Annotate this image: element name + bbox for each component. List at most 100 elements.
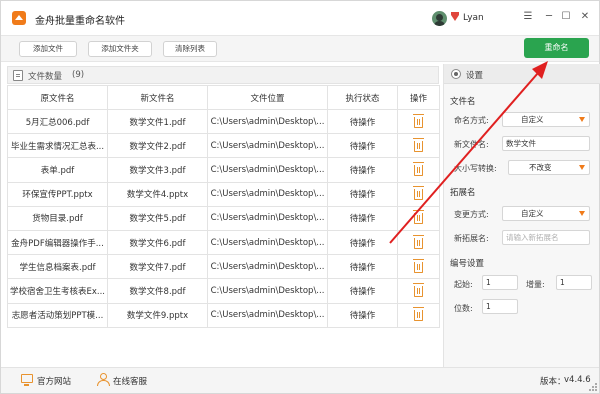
version-label: 版本： xyxy=(540,377,566,387)
trash-icon[interactable] xyxy=(413,186,424,201)
new-filename-cell: 数学文件9.pptx xyxy=(107,302,208,328)
trash-icon[interactable] xyxy=(413,113,424,128)
table-row[interactable]: 学校宿舍卫生考核表Ex... 数学文件8.pdf C:\Users\admin\De… xyxy=(7,278,440,304)
rename-button[interactable]: 重命名 xyxy=(524,38,589,58)
original-filename-cell: 表单.pdf xyxy=(7,157,108,183)
maximize-button[interactable]: ☐ xyxy=(559,10,573,24)
original-filename-cell: 5月汇总006.pdf xyxy=(7,108,108,135)
trash-icon[interactable] xyxy=(413,282,424,297)
table-row[interactable]: 表单.pdf 数学文件3.pdf C:\Users\admin\Desktop\..… xyxy=(7,157,440,183)
user-name[interactable]: Lyan xyxy=(463,13,484,23)
column-header[interactable]: 执行状态 xyxy=(327,85,398,110)
status-cell: 待操作 xyxy=(327,254,398,280)
support-link[interactable]: 在线客服 xyxy=(113,375,147,387)
file-count-label: 文件数量 xyxy=(28,72,63,82)
trash-icon[interactable] xyxy=(413,258,424,273)
digits-label: 位数: xyxy=(454,304,473,313)
settings-panel: 设置 文件名 命名方式: 自定义 新文件名: 数学文件 大小写转换: 不改变 拓… xyxy=(443,64,600,367)
ext-mode-select[interactable]: 自定义 xyxy=(502,206,590,221)
trash-icon[interactable] xyxy=(413,234,424,249)
table-row[interactable]: 学生信息档案表.pdf 数学文件7.pdf C:\Users\admin\Deskt… xyxy=(7,254,440,280)
settings-header: 设置 xyxy=(444,64,600,84)
table-row[interactable]: 5月汇总006.pdf 数学文件1.pdf C:\Users\admin\Deskt… xyxy=(7,108,440,135)
original-filename-cell: 学校宿舍卫生考核表Ex... xyxy=(7,278,108,304)
action-cell xyxy=(397,302,440,328)
trash-icon[interactable] xyxy=(413,210,424,225)
file-path-cell: C:\Users\admin\Desktop\... xyxy=(207,108,328,135)
file-path-cell: C:\Users\admin\Desktop\... xyxy=(207,278,328,304)
naming-mode-value: 自定义 xyxy=(521,115,544,124)
new-ext-input[interactable]: 请输入新拓展名 xyxy=(502,230,590,245)
table-row[interactable]: 环保宣传PPT.pptx 数学文件4.pptx C:\Users\admin\Des… xyxy=(7,181,440,207)
settings-radio-icon[interactable] xyxy=(451,69,461,79)
numbering-section-title: 编号设置 xyxy=(450,259,485,269)
start-number-input[interactable]: 1 xyxy=(482,275,518,290)
chevron-down-icon xyxy=(579,165,585,170)
naming-mode-select[interactable]: 自定义 xyxy=(502,112,590,127)
website-link[interactable]: 官方网站 xyxy=(37,375,71,387)
action-cell xyxy=(397,133,440,159)
column-header[interactable]: 原文件名 xyxy=(7,85,108,110)
file-path-cell: C:\Users\admin\Desktop\... xyxy=(207,157,328,183)
status-cell: 待操作 xyxy=(327,181,398,207)
new-filename-cell: 数学文件7.pdf xyxy=(107,254,208,280)
file-path-cell: C:\Users\admin\Desktop\... xyxy=(207,133,328,159)
new-name-label: 新文件名: xyxy=(454,140,489,149)
add-file-button[interactable]: 添加文件 xyxy=(19,41,77,57)
column-header[interactable]: 新文件名 xyxy=(107,85,208,110)
status-cell: 待操作 xyxy=(327,205,398,231)
table-row[interactable]: 金舟PDF编辑器操作手... 数学文件6.pdf C:\Users\admin\De… xyxy=(7,229,440,256)
original-filename-cell: 货物目录.pdf xyxy=(7,205,108,231)
new-filename-cell: 数学文件5.pdf xyxy=(107,205,208,231)
table-row[interactable]: 货物目录.pdf 数学文件5.pdf C:\Users\admin\Desktop\… xyxy=(7,205,440,231)
trash-icon[interactable] xyxy=(413,307,424,322)
filename-section-title: 文件名 xyxy=(450,97,476,107)
resize-grip[interactable] xyxy=(589,383,597,391)
table-row[interactable]: 毕业生需求情况汇总表... 数学文件2.pdf C:\Users\admin\Des… xyxy=(7,133,440,159)
column-header[interactable]: 文件位置 xyxy=(207,85,328,110)
new-ext-label: 新拓展名: xyxy=(454,234,489,243)
file-path-cell: C:\Users\admin\Desktop\... xyxy=(207,302,328,328)
original-filename-cell: 毕业生需求情况汇总表... xyxy=(7,133,108,159)
chevron-down-icon xyxy=(579,211,585,216)
naming-mode-label: 命名方式: xyxy=(454,116,489,125)
file-path-cell: C:\Users\admin\Desktop\... xyxy=(207,229,328,256)
user-avatar[interactable] xyxy=(432,11,447,26)
action-cell xyxy=(397,205,440,231)
action-cell xyxy=(397,229,440,256)
column-header: 操作 xyxy=(397,85,440,110)
minimize-button[interactable]: ─ xyxy=(542,10,556,24)
close-button[interactable]: ✕ xyxy=(578,10,592,24)
new-name-input[interactable]: 数学文件 xyxy=(502,136,590,151)
case-convert-label: 大小写转换: xyxy=(454,164,497,173)
status-cell: 待操作 xyxy=(327,133,398,159)
title-bar: 金舟批量重命名软件 Lyan ☰ ─ ☐ ✕ xyxy=(1,1,599,35)
clear-list-button[interactable]: 清除列表 xyxy=(163,41,217,57)
trash-icon[interactable] xyxy=(413,161,424,176)
original-filename-cell: 金舟PDF编辑器操作手... xyxy=(7,229,108,256)
customer-service-icon xyxy=(97,373,110,386)
chevron-down-icon xyxy=(579,117,585,122)
status-bar: 官方网站 在线客服 版本： v4.4.6 xyxy=(1,367,599,393)
status-cell: 待操作 xyxy=(327,278,398,304)
monitor-icon xyxy=(21,374,33,386)
menu-icon[interactable]: ☰ xyxy=(521,10,535,24)
add-folder-button[interactable]: 添加文件夹 xyxy=(88,41,152,57)
file-list-header: 文件数量 (9) xyxy=(7,66,439,84)
file-path-cell: C:\Users\admin\Desktop\... xyxy=(207,254,328,280)
table-row[interactable]: 志愿者活动策划PPT模... 数学文件9.pptx C:\Users\admin\D… xyxy=(7,302,440,328)
status-cell: 待操作 xyxy=(327,302,398,328)
digits-input[interactable]: 1 xyxy=(482,299,518,314)
file-table: 原文件名 新文件名 文件位置 执行状态 操作 5月汇总006.pdf 数学文件1.… xyxy=(7,85,440,328)
status-cell: 待操作 xyxy=(327,157,398,183)
new-filename-cell: 数学文件2.pdf xyxy=(107,133,208,159)
table-header-row: 原文件名 新文件名 文件位置 执行状态 操作 xyxy=(7,85,440,110)
trash-icon[interactable] xyxy=(413,137,424,152)
file-count: (9) xyxy=(72,70,85,80)
app-title: 金舟批量重命名软件 xyxy=(35,16,125,27)
file-path-cell: C:\Users\admin\Desktop\... xyxy=(207,205,328,231)
case-convert-value: 不改变 xyxy=(529,163,552,172)
step-input[interactable]: 1 xyxy=(556,275,592,290)
case-convert-select[interactable]: 不改变 xyxy=(508,160,590,175)
ext-mode-value: 自定义 xyxy=(521,209,544,218)
